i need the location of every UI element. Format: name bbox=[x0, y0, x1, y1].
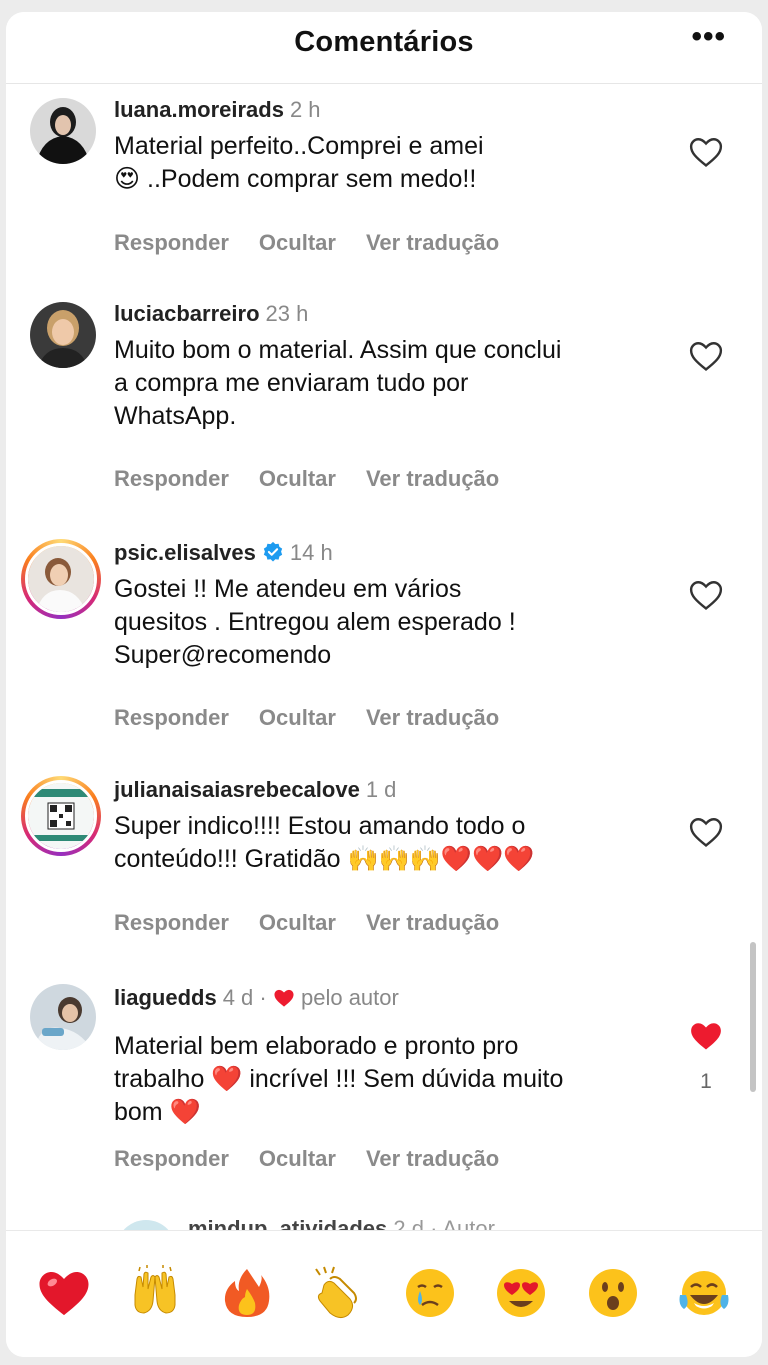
comment-actions: Responder Ocultar Ver tradução bbox=[114, 705, 529, 731]
avatar[interactable] bbox=[30, 302, 96, 368]
comment-text: Material bem elaborado e pronto pro trab… bbox=[114, 1030, 659, 1129]
clapping-emoji-icon bbox=[315, 1266, 358, 1319]
comment-meta: luciacbarreiro 23 h bbox=[114, 300, 308, 328]
like-heart-icon-filled[interactable] bbox=[689, 1020, 723, 1052]
scrollbar[interactable] bbox=[750, 942, 756, 1092]
comment-line: Muito bom o material. Assim que conclui bbox=[114, 336, 562, 364]
heart-eyes-emoji-icon bbox=[497, 1269, 546, 1317]
verified-badge-icon bbox=[263, 541, 283, 562]
hide-button[interactable]: Ocultar bbox=[259, 466, 336, 491]
reply-button[interactable]: Responder bbox=[114, 910, 229, 935]
translate-button[interactable]: Ver tradução bbox=[366, 230, 499, 255]
avatar[interactable] bbox=[21, 776, 101, 856]
like-heart-icon[interactable] bbox=[689, 816, 723, 848]
translate-button[interactable]: Ver tradução bbox=[366, 910, 499, 935]
comment-time: 2 h bbox=[289, 97, 321, 122]
tears-of-joy-emoji-icon bbox=[679, 1271, 729, 1315]
comment-username[interactable]: julianaisaiasrebecalove bbox=[114, 777, 360, 802]
comment-time: 23 h bbox=[265, 301, 309, 326]
reply-button[interactable]: Responder bbox=[114, 705, 229, 730]
heart-emoji-button[interactable] bbox=[26, 1261, 102, 1325]
hide-button[interactable]: Ocultar bbox=[259, 230, 336, 255]
heart-eyes-emoji-button[interactable] bbox=[483, 1261, 559, 1325]
comment-username[interactable]: luciacbarreiro bbox=[114, 301, 260, 326]
comments-panel: Comentários ••• luana.moreirads 2 h Mater… bbox=[6, 12, 762, 1357]
liked-by-author-label: pelo autor bbox=[300, 985, 399, 1010]
like-count: 1 bbox=[700, 1070, 712, 1093]
comment-line: Material perfeito..Comprei e amei bbox=[114, 132, 484, 160]
hide-button[interactable]: Ocultar bbox=[259, 1146, 336, 1171]
comment-actions: Responder Ocultar Ver tradução bbox=[114, 1146, 529, 1172]
comment-text: Material perfeito..Comprei e amei 😍 ..Po… bbox=[114, 130, 659, 196]
hide-button[interactable]: Ocultar bbox=[259, 910, 336, 935]
comment-line: Gostei !! Me atendeu em vários bbox=[114, 575, 462, 603]
heart-emoji-icon bbox=[39, 1272, 89, 1316]
author-liked-heart-icon bbox=[274, 989, 294, 1007]
page-title: Comentários bbox=[294, 26, 474, 58]
like-heart-icon[interactable] bbox=[689, 579, 723, 611]
avatar[interactable] bbox=[21, 539, 101, 619]
comment-meta: luana.moreirads 2 h bbox=[114, 96, 321, 124]
crying-face-emoji-icon bbox=[405, 1269, 454, 1317]
fire-emoji-button[interactable] bbox=[209, 1261, 285, 1325]
translate-button[interactable]: Ver tradução bbox=[366, 705, 499, 730]
comment-text: Super indico!!!! Estou amando todo o con… bbox=[114, 810, 659, 876]
comment-line: WhatsApp. bbox=[114, 402, 237, 430]
avatar[interactable] bbox=[30, 984, 96, 1050]
comment-time: 1 d bbox=[365, 777, 397, 802]
translate-button[interactable]: Ver tradução bbox=[366, 1146, 499, 1171]
header: Comentários ••• bbox=[6, 12, 762, 84]
surprised-face-emoji-icon bbox=[588, 1269, 637, 1317]
comment-username[interactable]: psic.elisalves bbox=[114, 540, 256, 565]
comment-line: Super indico!!!! Estou amando todo o bbox=[114, 812, 526, 840]
fire-emoji-icon bbox=[224, 1269, 270, 1317]
comment-meta: liaguedds 4 d · pelo autor bbox=[114, 985, 399, 1010]
like-heart-icon[interactable] bbox=[689, 136, 723, 168]
comment-text: Muito bom o material. Assim que conclui … bbox=[114, 334, 659, 433]
comment-line: trabalho ❤️ incrível !!! Sem dúvida muit… bbox=[114, 1065, 564, 1093]
comment-actions: Responder Ocultar Ver tradução bbox=[114, 230, 529, 256]
comment-username[interactable]: liaguedds bbox=[114, 985, 217, 1010]
emoji-reaction-bar bbox=[6, 1230, 762, 1357]
translate-button[interactable]: Ver tradução bbox=[366, 466, 499, 491]
comment-text: Gostei !! Me atendeu em vários quesitos … bbox=[114, 573, 659, 672]
more-options-icon[interactable]: ••• bbox=[691, 20, 726, 54]
comment-line: a compra me enviaram tudo por bbox=[114, 369, 469, 397]
raised-hands-emoji-icon bbox=[134, 1265, 176, 1314]
comment-line: 😍 ..Podem comprar sem medo!! bbox=[114, 165, 477, 193]
comment-actions: Responder Ocultar Ver tradução bbox=[114, 466, 529, 492]
raised-hands-emoji-button[interactable] bbox=[117, 1261, 193, 1325]
comment-actions: Responder Ocultar Ver tradução bbox=[114, 910, 529, 936]
comment-line: bom ❤️ bbox=[114, 1098, 201, 1126]
surprised-face-emoji-button[interactable] bbox=[575, 1261, 651, 1325]
comment-line: conteúdo!!! Gratidão 🙌🙌🙌❤️❤️❤️ bbox=[114, 845, 535, 873]
comment-meta: psic.elisalves 14 h bbox=[114, 539, 333, 567]
like-heart-icon[interactable] bbox=[689, 340, 723, 372]
clapping-emoji-button[interactable] bbox=[300, 1261, 376, 1325]
avatar[interactable] bbox=[30, 98, 96, 164]
hide-button[interactable]: Ocultar bbox=[259, 705, 336, 730]
comment-time: 4 d bbox=[222, 985, 254, 1010]
reply-button[interactable]: Responder bbox=[114, 466, 229, 491]
crying-face-emoji-button[interactable] bbox=[392, 1261, 468, 1325]
comment-time: 14 h bbox=[289, 540, 333, 565]
reply-button[interactable]: Responder bbox=[114, 1146, 229, 1171]
comment-line: Super@recomendo bbox=[114, 641, 332, 669]
comment-username[interactable]: luana.moreirads bbox=[114, 97, 284, 122]
reply-button[interactable]: Responder bbox=[114, 230, 229, 255]
tears-of-joy-emoji-button[interactable] bbox=[666, 1261, 742, 1325]
comment-line: Material bem elaborado e pronto pro bbox=[114, 1032, 519, 1060]
comment-meta: julianaisaiasrebecalove 1 d bbox=[114, 776, 396, 804]
comment-line: quesitos . Entregou alem esperado ! bbox=[114, 608, 516, 636]
